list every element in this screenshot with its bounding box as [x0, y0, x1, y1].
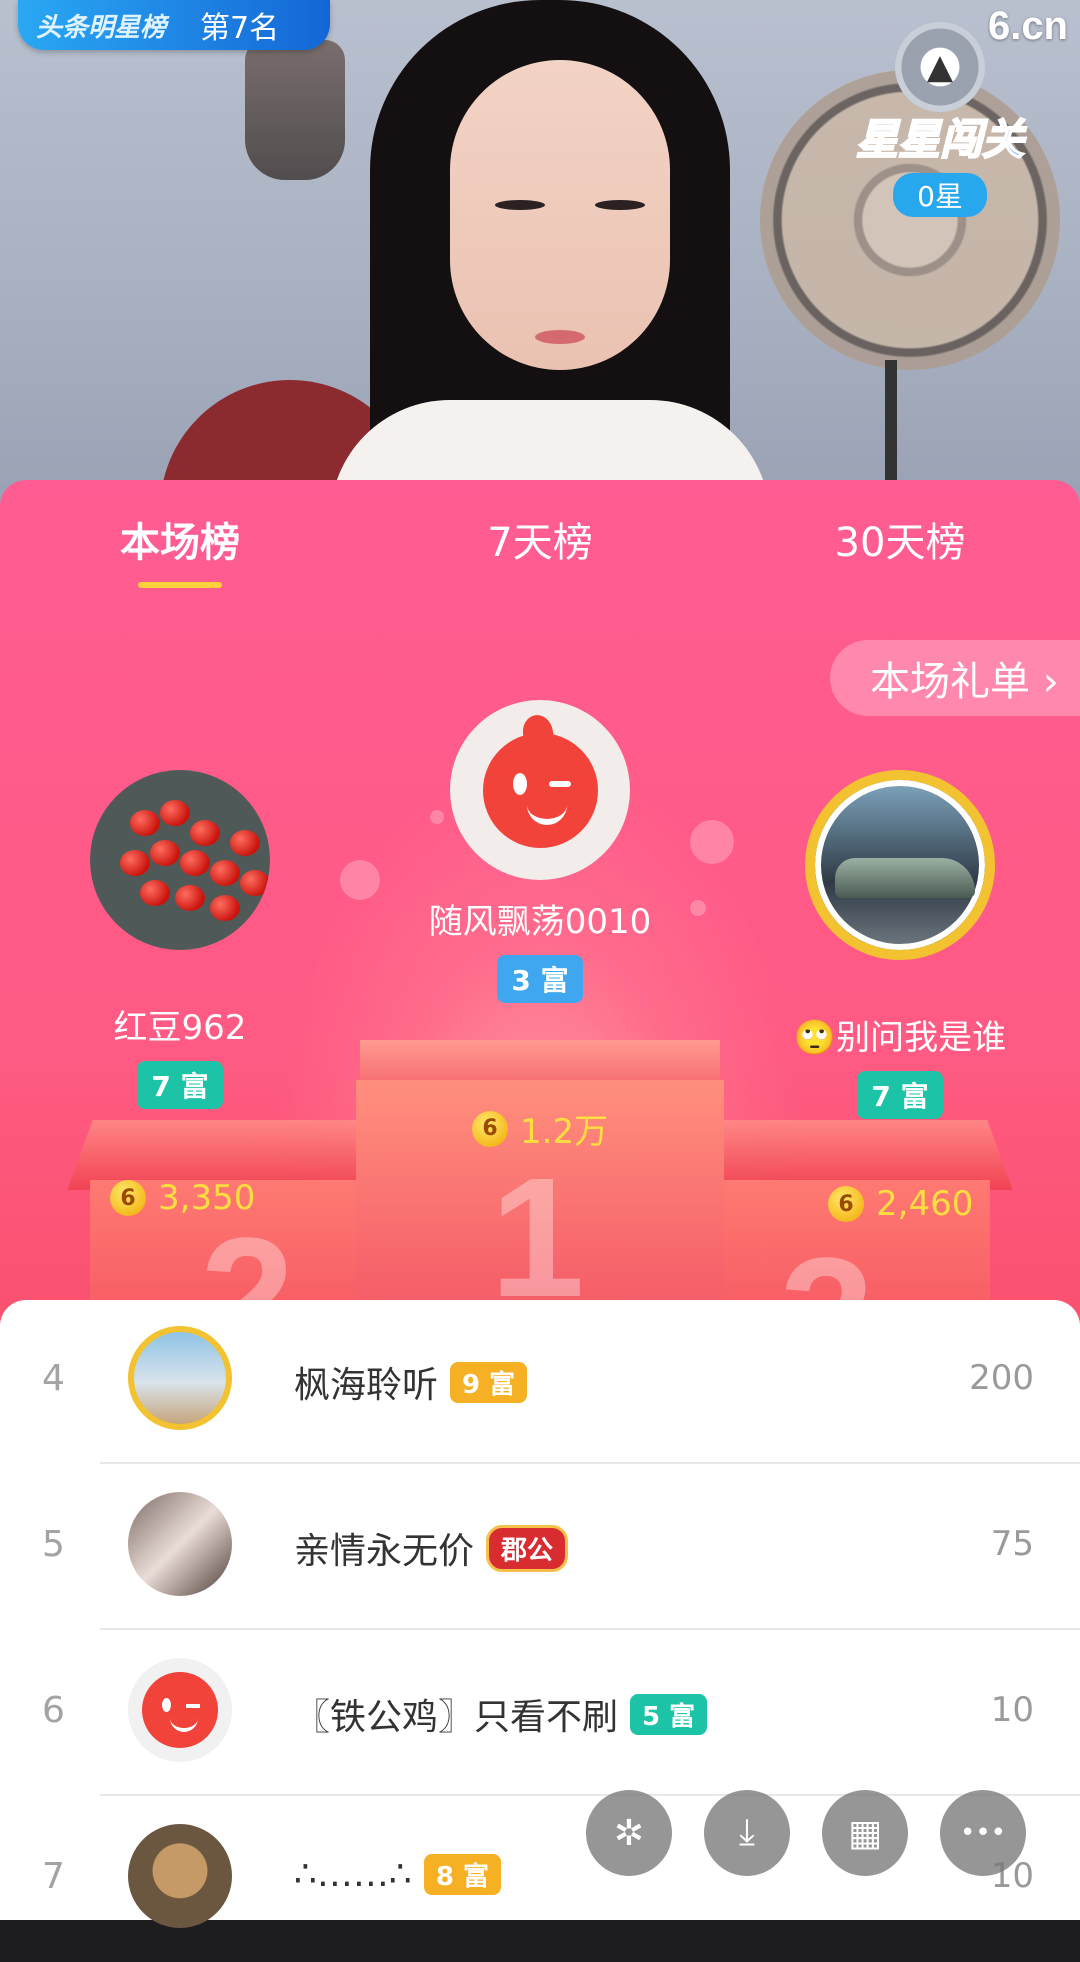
podium-first-name: 随风飘荡0010 [428, 902, 652, 942]
live-video[interactable]: 头条明星榜 第7名 6.cn ▲ 星星闯关 0星 [0, 0, 1080, 520]
coin-icon: 6 [472, 1110, 508, 1147]
podium-second[interactable]: 红豆962 7 富 [60, 770, 300, 1109]
list-item-name-row: 亲情永无价 郡公 [294, 1522, 569, 1574]
podium-third[interactable]: 🙄别问我是谁 7 富 [770, 770, 1030, 1119]
avatar [90, 770, 270, 950]
tab-label: 本场榜 [120, 520, 240, 566]
streamer-face [450, 60, 670, 370]
gift-list-button[interactable]: 本场礼单 › [830, 640, 1080, 716]
decor-bubble [690, 900, 706, 916]
floating-actions: ✲ ⤓ ▦ ••• [586, 1790, 1046, 1880]
coin-amount: 3,350 [158, 1178, 256, 1218]
rank-badge-tag: 头条明星榜 [36, 11, 167, 42]
wealth-level-badge: 5 富 [630, 1693, 708, 1735]
streamer-eye [595, 200, 645, 210]
medal-icon: ▲ [895, 22, 985, 112]
list-item[interactable]: 4 枫海聆听 9 富 200 [0, 1300, 1080, 1464]
podium-first-coins: 6 1.2万 [472, 1104, 608, 1153]
tab-30-days[interactable]: 30天榜 [780, 510, 1020, 568]
contribution-score: 75 [990, 1524, 1034, 1564]
more-button[interactable]: ••• [940, 1790, 1026, 1876]
rank-number: 5 [42, 1524, 65, 1565]
rank-number: 4 [42, 1358, 65, 1399]
podium-second-name: 红豆962 [113, 1008, 247, 1048]
coin-amount: 1.2万 [520, 1112, 609, 1152]
tab-label: 7天榜 [487, 520, 593, 566]
list-item-name-row: 〖铁公鸡〗只看不刷 5 富 [294, 1688, 708, 1740]
list-item-name-row: ∴……∴ 8 富 [294, 1854, 501, 1895]
active-tab-underline [138, 582, 222, 588]
avatar [128, 1658, 232, 1762]
rank-number: 7 [42, 1856, 65, 1897]
wealth-level-badge: 3 富 [497, 955, 583, 1003]
rank-badge-position: 第7名 [200, 11, 280, 46]
v6-mascot-icon [142, 1672, 218, 1748]
avatar [128, 1326, 232, 1430]
podium-third-name: 🙄别问我是谁 [793, 1018, 1007, 1058]
sparkle-button[interactable]: ✲ [586, 1790, 672, 1876]
decor-bubble [340, 860, 380, 900]
streamer [330, 0, 770, 520]
streamer-eye [495, 200, 545, 210]
contribution-score: 10 [990, 1690, 1034, 1730]
list-item[interactable]: 5 亲情永无价 郡公 75 [0, 1466, 1080, 1630]
coin-icon: 6 [828, 1186, 864, 1222]
list-item[interactable]: 6 〖铁公鸡〗只看不刷 5 富 10 [0, 1632, 1080, 1796]
star-gate-count: 0星 [893, 173, 987, 217]
car-image [835, 858, 975, 898]
rank-tabs: 本场榜 7天榜 30天榜 [0, 510, 1080, 590]
headline-star-rank-badge[interactable]: 头条明星榜 第7名 [18, 0, 330, 50]
tab-current-session[interactable]: 本场榜 [60, 510, 300, 588]
star-gate-title: 星星闯关 [855, 115, 1025, 164]
user-name: 〖铁公鸡〗只看不刷 [294, 1697, 619, 1738]
contribution-score: 200 [969, 1358, 1034, 1398]
tab-7-days[interactable]: 7天榜 [420, 510, 660, 568]
wealth-level-badge: 8 富 [423, 1854, 501, 1895]
podium-third-coins: 6 2,460 [828, 1184, 973, 1224]
star-gate-widget[interactable]: ▲ 星星闯关 0星 [840, 22, 1040, 222]
download-icon: ⤓ [739, 1812, 755, 1853]
streamer-lips [535, 330, 585, 344]
wealth-level-badge: 9 富 [450, 1361, 528, 1403]
rank-number: 6 [42, 1690, 65, 1731]
apps-button[interactable]: ▦ [822, 1790, 908, 1876]
divider [100, 1628, 1080, 1630]
avatar [128, 1824, 232, 1928]
tab-label: 30天榜 [834, 520, 966, 566]
download-button[interactable]: ⤓ [704, 1790, 790, 1876]
wealth-level-badge: 7 富 [857, 1071, 943, 1119]
noble-title-badge: 郡公 [486, 1524, 569, 1572]
v6-mascot-icon [482, 732, 598, 848]
coin-icon: 6 [110, 1180, 146, 1216]
podium-first[interactable]: 随风飘荡0010 3 富 [390, 700, 690, 1003]
avatar-with-gold-frame [805, 770, 995, 960]
podium-second-coins: 6 3,350 [110, 1178, 255, 1218]
grid-icon: ▦ [847, 1812, 882, 1854]
avatar [450, 700, 630, 880]
user-name: 枫海聆听 [294, 1365, 439, 1406]
decor-bubble [690, 820, 734, 864]
user-name: ∴……∴ [294, 1854, 412, 1895]
sparkle-icon: ✲ [613, 1812, 645, 1854]
more-icon: ••• [959, 1818, 1006, 1848]
user-name: 亲情永无价 [294, 1531, 475, 1572]
wealth-level-badge: 7 富 [137, 1061, 223, 1109]
coin-amount: 2,460 [876, 1184, 974, 1224]
avatar [128, 1492, 232, 1596]
divider [100, 1462, 1080, 1464]
list-item-name-row: 枫海聆听 9 富 [294, 1356, 528, 1408]
